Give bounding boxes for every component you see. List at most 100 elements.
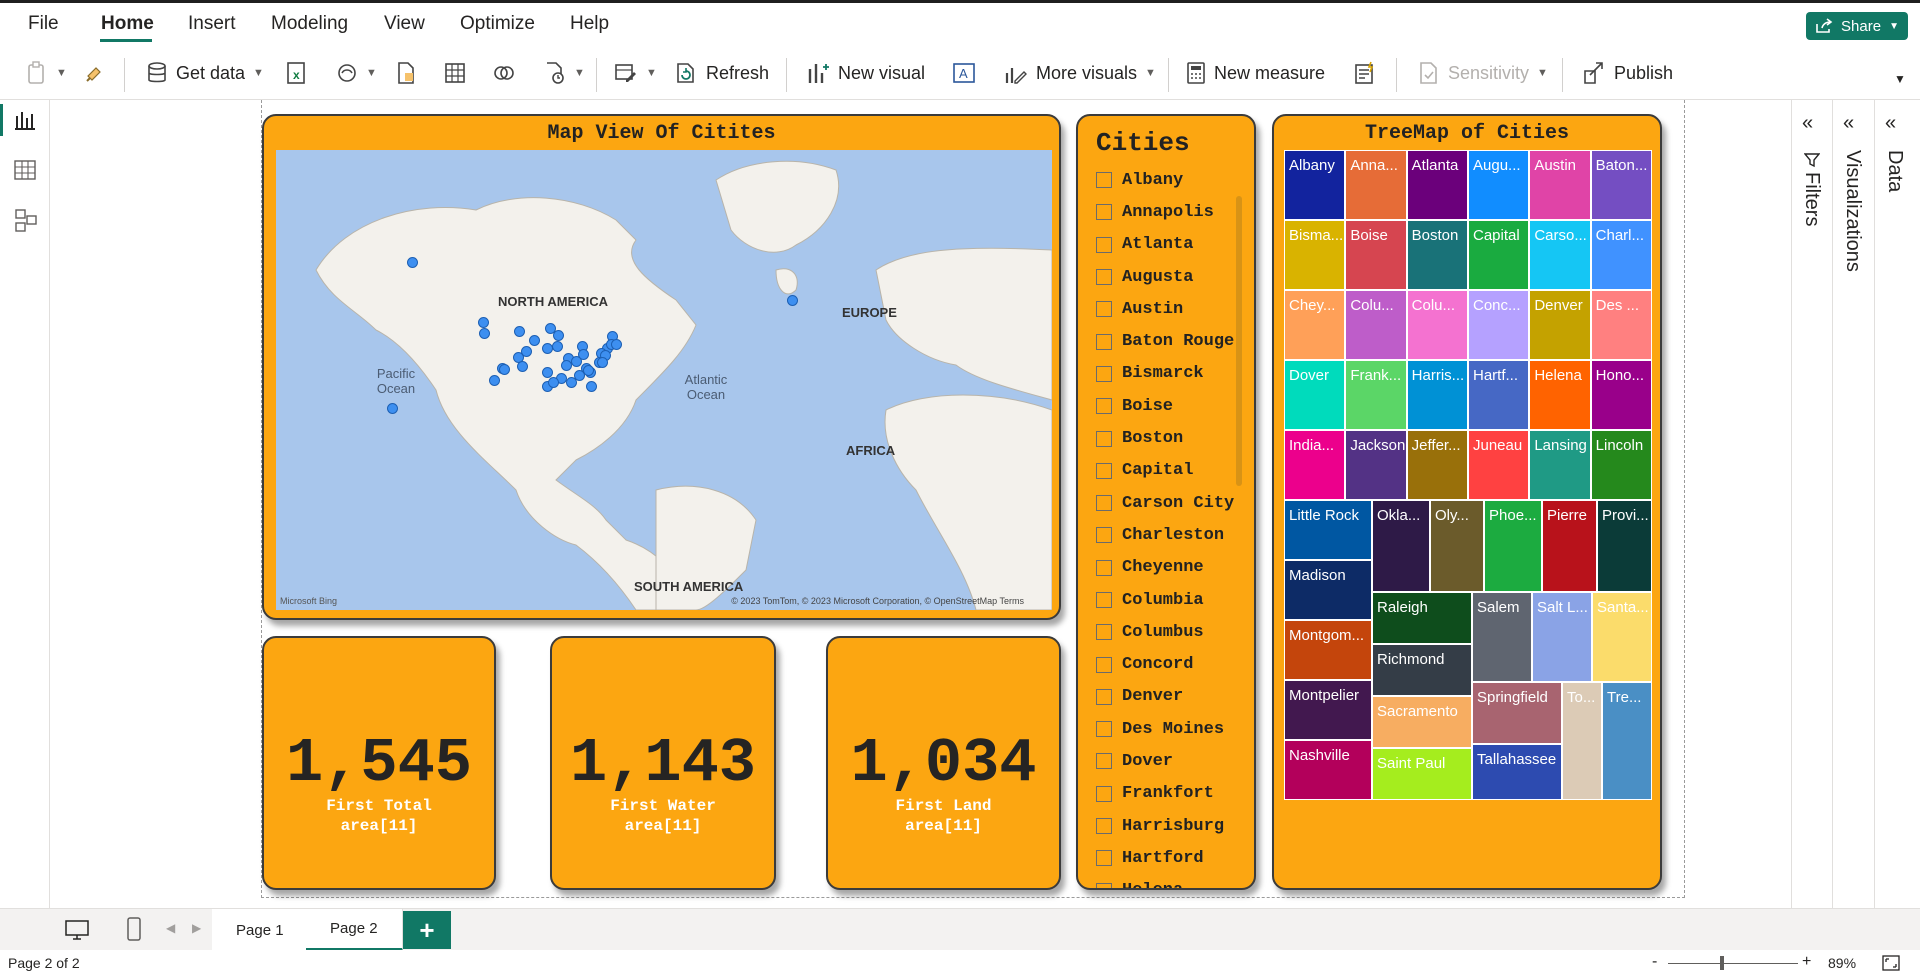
map-point[interactable] [611, 339, 622, 350]
checkbox[interactable] [1096, 398, 1112, 415]
treemap-cell[interactable]: Nashville [1284, 740, 1372, 800]
treemap-cell[interactable]: Jackson [1345, 430, 1407, 500]
map-point[interactable] [514, 326, 525, 337]
previous-page-icon[interactable]: ◀ [166, 921, 175, 935]
map-point[interactable] [597, 357, 608, 368]
treemap-cell[interactable]: Hartf... [1468, 360, 1530, 430]
add-page-button[interactable]: + [403, 911, 451, 949]
map-point[interactable] [548, 377, 559, 388]
slicer-item[interactable]: Cheyenne [1096, 552, 1246, 584]
map-point[interactable] [407, 257, 418, 268]
tab-modeling[interactable]: Modeling [271, 13, 348, 35]
map-point[interactable] [571, 356, 582, 367]
slicer-item[interactable]: Harrisburg [1096, 810, 1246, 842]
slicer-item[interactable]: Dover [1096, 745, 1246, 777]
checkbox[interactable] [1096, 430, 1112, 447]
treemap-cell[interactable]: Jeffer... [1406, 430, 1468, 500]
desktop-layout-icon[interactable] [64, 919, 90, 941]
map-point[interactable] [529, 335, 540, 346]
treemap-visual[interactable]: TreeMap of Cities Albany Anna... Atlanta Au… [1272, 114, 1662, 890]
tab-file[interactable]: File [28, 13, 59, 35]
more-visuals-button[interactable]: More visuals ▼ [1004, 58, 1156, 88]
kpi-card-total-area[interactable]: 1,545 First Total area[11] [262, 636, 496, 890]
treemap-cell[interactable]: Lincoln [1590, 430, 1652, 500]
visualizations-pane[interactable]: « Visualizations [1832, 100, 1872, 908]
map-point[interactable] [583, 365, 594, 376]
map-view[interactable]: NORTH AMERICA EUROPE AFRICA SOUTH AMERIC… [276, 150, 1052, 610]
tab-insert[interactable]: Insert [188, 13, 236, 35]
treemap-cell[interactable]: Springfield [1472, 682, 1562, 744]
map-point[interactable] [553, 330, 564, 341]
excel-button[interactable]: x [286, 58, 308, 88]
slicer-item[interactable]: Frankfort [1096, 778, 1246, 810]
treemap-cell[interactable]: Boise [1345, 220, 1407, 290]
treemap-cell[interactable]: Harris... [1406, 360, 1468, 430]
page-tab-2[interactable]: Page 2 [306, 909, 403, 951]
map-point[interactable] [489, 375, 500, 386]
transform-data-button[interactable]: ▼ [544, 58, 585, 88]
treemap-cell[interactable]: Dover [1284, 360, 1346, 430]
new-measure-button[interactable]: New measure [1186, 58, 1325, 88]
checkbox[interactable] [1096, 236, 1112, 253]
treemap-cell[interactable]: Oly... [1430, 500, 1484, 592]
map-point[interactable] [586, 381, 597, 392]
treemap-cell[interactable]: Augu... [1468, 150, 1530, 220]
treemap-cell[interactable]: Hono... [1590, 360, 1652, 430]
map-point[interactable] [552, 341, 563, 352]
checkbox[interactable] [1096, 624, 1112, 641]
treemap-cell[interactable]: Madison [1284, 560, 1372, 620]
checkbox[interactable] [1096, 592, 1112, 608]
slicer-item[interactable]: Annapolis [1096, 196, 1246, 228]
treemap-cell[interactable]: Conc... [1468, 290, 1530, 360]
treemap-cell[interactable]: Capital [1468, 220, 1530, 290]
chevron-double-left-icon[interactable]: « [1885, 112, 1896, 135]
map-point[interactable] [499, 364, 510, 375]
zoom-slider-thumb[interactable] [1720, 956, 1724, 970]
treemap-cell[interactable]: Charl... [1590, 220, 1652, 290]
chevron-double-left-icon[interactable]: « [1843, 112, 1854, 135]
treemap-cell[interactable]: Helena [1529, 360, 1591, 430]
checkbox[interactable] [1096, 850, 1112, 867]
refresh-button[interactable]: Refresh [674, 58, 769, 88]
fit-to-page-icon[interactable] [1882, 955, 1900, 971]
treemap-cell[interactable]: Sacramento [1372, 696, 1472, 748]
sql-server-button[interactable] [396, 58, 416, 88]
zoom-slider[interactable] [1668, 963, 1798, 964]
checkbox[interactable] [1096, 818, 1112, 835]
slicer-item[interactable]: Concord [1096, 648, 1246, 680]
treemap-cell[interactable]: Raleigh [1372, 592, 1472, 644]
treemap-cell[interactable]: Atlanta [1406, 150, 1468, 220]
treemap-cell[interactable]: Boston [1406, 220, 1468, 290]
treemap-cell[interactable]: Baton... [1590, 150, 1652, 220]
treemap-cell[interactable]: Austin [1529, 150, 1591, 220]
map-visual[interactable]: Map View Of Citites NORTH AMERICA EUROPE… [262, 114, 1061, 620]
tab-help[interactable]: Help [570, 13, 609, 35]
treemap-cell[interactable]: Colu... [1345, 290, 1407, 360]
checkbox[interactable] [1096, 269, 1112, 286]
treemap-cell[interactable]: Des ... [1590, 290, 1652, 360]
checkbox[interactable] [1096, 785, 1112, 802]
slicer-item[interactable]: Bismarck [1096, 358, 1246, 390]
treemap-cell[interactable]: Juneau [1468, 430, 1530, 500]
treemap-cell[interactable]: Richmond [1372, 644, 1472, 696]
collapse-ribbon-button[interactable]: ▼ [1894, 64, 1906, 94]
slicer-item[interactable]: Denver [1096, 681, 1246, 713]
treemap-cell[interactable]: To... [1562, 682, 1602, 800]
kpi-card-water-area[interactable]: 1,143 First Water area[11] [550, 636, 776, 890]
slicer-item[interactable]: Carson City [1096, 487, 1246, 519]
treemap-cell[interactable]: Saint Paul [1372, 748, 1472, 800]
quick-measure-button[interactable] [1354, 58, 1376, 88]
publish-button[interactable]: Publish [1582, 58, 1673, 88]
treemap-cell[interactable]: Montpelier [1284, 680, 1372, 740]
slicer-item[interactable]: Albany [1096, 164, 1246, 196]
tab-home[interactable]: Home [101, 13, 154, 35]
treemap-cell[interactable]: Bisma... [1284, 220, 1346, 290]
tab-optimize[interactable]: Optimize [460, 13, 535, 35]
checkbox[interactable] [1096, 656, 1112, 673]
slicer-item[interactable]: Capital [1096, 455, 1246, 487]
checkbox[interactable] [1096, 172, 1112, 189]
map-point[interactable] [787, 295, 798, 306]
treemap-cell[interactable]: Denver [1529, 290, 1591, 360]
treemap-cell[interactable]: India... [1284, 430, 1346, 500]
transform-button[interactable]: ▼ [614, 58, 657, 88]
